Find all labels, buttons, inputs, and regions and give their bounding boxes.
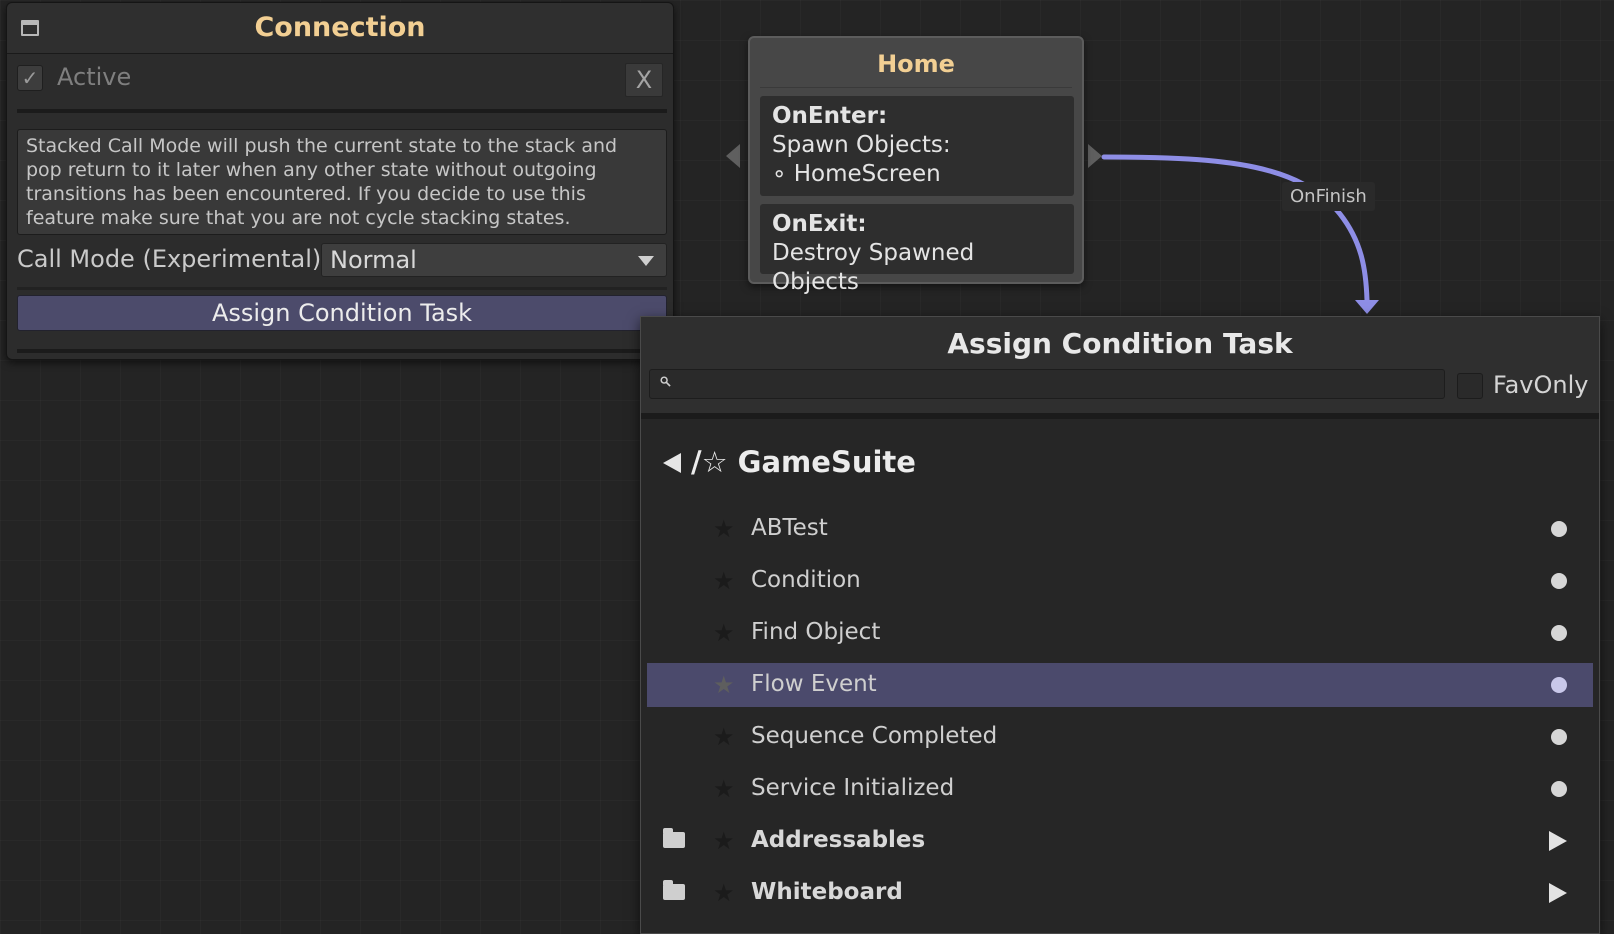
search-icon [660, 376, 671, 387]
browser-title: Assign Condition Task [947, 327, 1293, 360]
divider [17, 109, 667, 113]
connection-condition-label[interactable]: OnFinish [1282, 182, 1375, 211]
favorite-star-icon[interactable]: ★ [713, 827, 735, 855]
panel-header: Connection [7, 3, 673, 54]
on-enter-label: OnEnter: [772, 103, 888, 129]
task-item-flow-event[interactable]: ★ Flow Event [647, 663, 1593, 707]
on-exit-block: OnExit: Destroy Spawned Objects [760, 204, 1074, 295]
folder-icon [663, 880, 685, 900]
favorite-star-icon[interactable]: ★ [713, 723, 735, 751]
task-dot-icon [1551, 625, 1567, 641]
connection-inspector-panel: Connection ✓ Active X Stacked Call Mode … [6, 2, 674, 360]
node-title: Home [877, 50, 955, 78]
on-enter-item: ∘ HomeScreen [772, 161, 941, 187]
category-title: /☆ GameSuite [691, 445, 916, 479]
task-dot-icon [1551, 573, 1567, 589]
list-item-label: Flow Event [751, 671, 877, 697]
list-item-label: Addressables [751, 827, 926, 853]
list-item-label: Find Object [751, 619, 881, 645]
search-input[interactable] [649, 369, 1445, 399]
on-exit-label: OnExit: [772, 211, 867, 237]
task-item-service-initialized[interactable]: ★ Service Initialized [647, 767, 1593, 811]
active-checkbox[interactable]: ✓ [17, 65, 43, 91]
list-item-label: Whiteboard [751, 879, 903, 905]
chevron-right-icon [1549, 883, 1567, 903]
chevron-down-icon [638, 256, 654, 266]
on-exit-action: Destroy Spawned Objects [772, 240, 975, 295]
node-input-port[interactable] [726, 144, 740, 168]
favorite-star-icon[interactable]: ★ [713, 775, 735, 803]
connection-curve-path[interactable] [1101, 154, 1370, 303]
divider [17, 349, 667, 353]
category-item-whiteboard[interactable]: ★ Whiteboard [647, 871, 1593, 915]
list-item-label: Sequence Completed [751, 723, 998, 749]
active-row: ✓ Active X [17, 63, 663, 97]
chevron-right-icon [1549, 831, 1567, 851]
favonly-label: FavOnly [1493, 371, 1589, 399]
home-state-node[interactable]: Home OnEnter: Spawn Objects: ∘ HomeScree… [748, 36, 1084, 295]
favorite-star-icon[interactable]: ★ [713, 515, 735, 543]
connection-arrowhead [1355, 300, 1379, 314]
on-enter-action: Spawn Objects: [772, 132, 951, 158]
node-output-port[interactable] [1088, 144, 1102, 168]
task-dot-icon [1551, 729, 1567, 745]
task-dot-icon [1551, 677, 1567, 693]
panel-title: Connection [254, 12, 426, 43]
task-dot-icon [1551, 781, 1567, 797]
call-mode-info-box: Stacked Call Mode will push the current … [17, 129, 667, 235]
task-dot-icon [1551, 521, 1567, 537]
task-item-condition[interactable]: ★ Condition [647, 559, 1593, 603]
call-mode-value: Normal [330, 246, 417, 274]
active-label: Active [57, 63, 132, 91]
assign-condition-task-button[interactable]: Assign Condition Task [17, 295, 667, 331]
favorite-star-icon[interactable]: ★ [713, 619, 735, 647]
remove-connection-button[interactable]: X [625, 63, 663, 97]
favorite-star-icon[interactable]: ★ [713, 671, 735, 699]
favorite-star-icon[interactable]: ★ [713, 879, 735, 907]
back-arrow-icon[interactable] [663, 453, 681, 473]
list-item-label: Service Initialized [751, 775, 955, 801]
task-item-sequence-completed[interactable]: ★ Sequence Completed [647, 715, 1593, 759]
task-item-find-object[interactable]: ★ Find Object [647, 611, 1593, 655]
call-mode-label: Call Mode (Experimental) [17, 245, 322, 273]
list-item-label: ABTest [751, 515, 828, 541]
favorite-star-icon[interactable]: ★ [713, 567, 735, 595]
on-enter-block: OnEnter: Spawn Objects: ∘ HomeScreen [760, 96, 1074, 196]
folder-icon [663, 828, 685, 848]
task-item-abtest[interactable]: ★ ABTest [647, 507, 1593, 551]
divider [17, 287, 667, 290]
list-item-label: Condition [751, 567, 861, 593]
category-item-addressables[interactable]: ★ Addressables [647, 819, 1593, 863]
task-list: /☆ GameSuite ★ ABTest ★ Condition ★ Find… [641, 419, 1599, 933]
task-browser-popup: Assign Condition Task FavOnly /☆ GameSui… [640, 316, 1600, 934]
divider [760, 87, 1072, 88]
favonly-checkbox[interactable] [1457, 373, 1483, 399]
call-mode-dropdown[interactable]: Normal [321, 243, 667, 277]
